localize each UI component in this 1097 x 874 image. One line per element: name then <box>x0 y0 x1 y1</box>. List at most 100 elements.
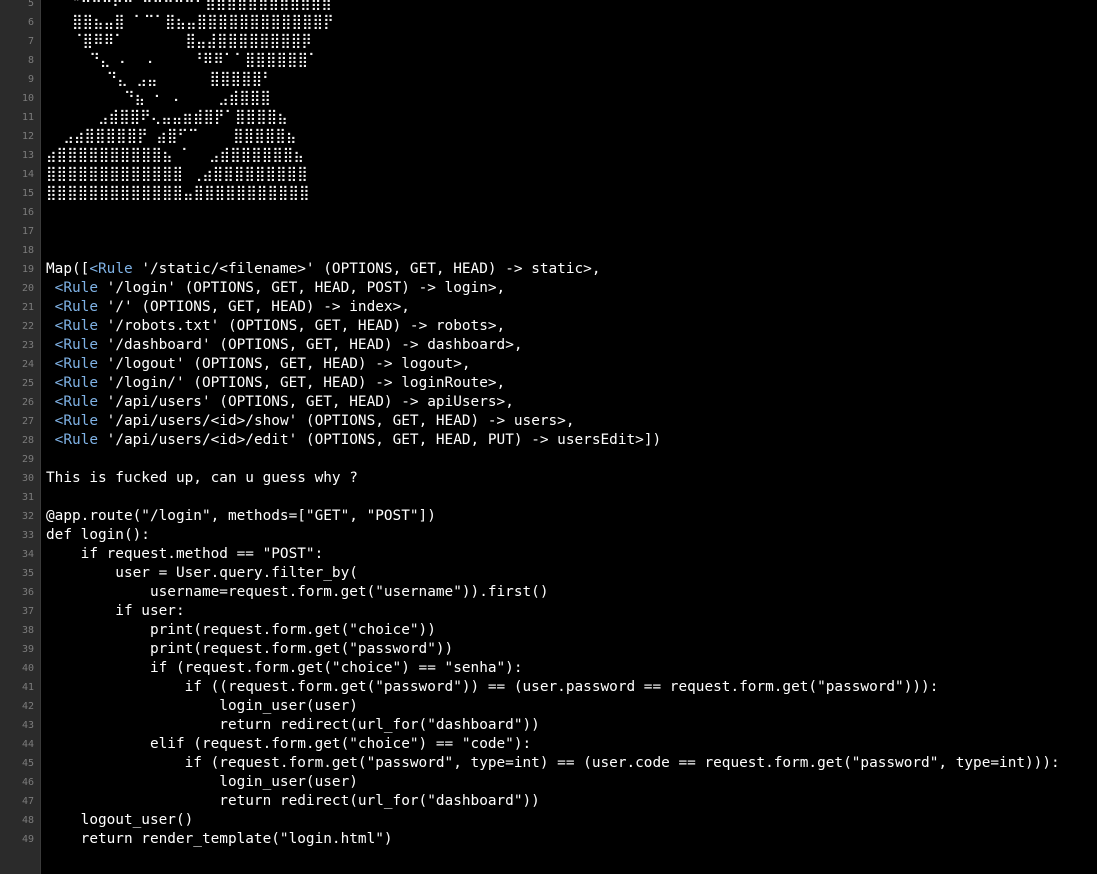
line-number: 20 <box>21 283 34 294</box>
line-number: 48 <box>21 815 34 826</box>
line-number: 22 <box>21 321 34 332</box>
ascii-art-line: ⠈⣿⠿⠿⠁ ⣿⣤⣼⣿⣿⣿⣿⣿⣿⣿⣿⡿ <box>46 33 312 49</box>
code-line: username=request.form.get("username")).f… <box>46 584 549 600</box>
line-number: 11 <box>21 112 34 123</box>
line-number: 36 <box>21 587 34 598</box>
code-line: if user: <box>46 603 185 619</box>
line-number: 19 <box>21 264 34 275</box>
line-number: 18 <box>21 245 34 256</box>
line-number: 40 <box>21 663 34 674</box>
line-number: 31 <box>21 492 34 503</box>
line-number: 26 <box>21 397 34 408</box>
routes-map-line: Map([<Rule '/static/<filename>' (OPTIONS… <box>46 260 601 279</box>
code-text: '/api/users/<id>/edit' (OPTIONS, GET, HE… <box>98 432 662 448</box>
rule-tag: <Rule <box>54 413 98 429</box>
line-number: 24 <box>21 359 34 370</box>
line-number: 21 <box>21 302 34 313</box>
line-number: 42 <box>21 701 34 712</box>
line-number: 15 <box>21 188 34 199</box>
line-number: 34 <box>21 549 34 560</box>
code-line: print(request.form.get("password")) <box>46 641 454 657</box>
line-number: 5 <box>27 0 34 9</box>
code-text: '/login' (OPTIONS, GET, HEAD, POST) -> l… <box>98 280 506 296</box>
code-text: '/robots.txt' (OPTIONS, GET, HEAD) -> ro… <box>98 318 506 334</box>
routes-map-line: <Rule '/logout' (OPTIONS, GET, HEAD) -> … <box>46 355 471 374</box>
ascii-art-line: ⠙⣦ ⠂ ⠄ ⣠⣾⣿⣿⣿ <box>46 90 271 106</box>
code-line: user = User.query.filter_by( <box>46 565 358 581</box>
line-number: 28 <box>21 435 34 446</box>
code-line: print(request.form.get("choice")) <box>46 622 436 638</box>
line-number: 14 <box>21 169 34 180</box>
code-line: @app.route("/login", methods=["GET", "PO… <box>46 508 436 524</box>
routes-map-line: <Rule '/api/users' (OPTIONS, GET, HEAD) … <box>46 393 514 412</box>
ascii-art-line: ⠙⣄ ⣠⣤ ⣿⣿⣿⣿⣿⠃ <box>46 71 273 87</box>
rule-tag: <Rule <box>89 261 133 277</box>
line-number: 43 <box>21 720 34 731</box>
rule-tag: <Rule <box>54 299 98 315</box>
comment-line: This is fucked up, can u guess why ? <box>46 470 358 486</box>
line-number: 29 <box>21 454 34 465</box>
rule-tag: <Rule <box>54 356 98 372</box>
code-line: return redirect(url_for("dashboard")) <box>46 793 540 809</box>
line-number: 7 <box>27 36 34 47</box>
line-number: 30 <box>21 473 34 484</box>
ascii-art-line: ⣿⣿⣿⣿⣿⣿⣿⣿⣿⣿⣿⣿⣿ ⢀⣴⣿⣿⣿⣿⣿⣿⣿⣿⣿ <box>46 166 308 182</box>
routes-map-line: <Rule '/login' (OPTIONS, GET, HEAD, POST… <box>46 279 506 298</box>
line-number: 10 <box>21 93 34 104</box>
line-number: 16 <box>21 207 34 218</box>
rule-tag: <Rule <box>54 337 98 353</box>
code-text: '/login/' (OPTIONS, GET, HEAD) -> loginR… <box>98 375 506 391</box>
line-number: 32 <box>21 511 34 522</box>
line-number-gutter: 5 6 7 8 9 10 11 12 13 14 15 16 17 18 19 20 21 22 23 24 25 26 2… <box>0 0 41 874</box>
line-number: 13 <box>21 150 34 161</box>
routes-map-line: <Rule '/dashboard' (OPTIONS, GET, HEAD) … <box>46 336 523 355</box>
line-number: 47 <box>21 796 34 807</box>
code-text: '/static/<filename>' (OPTIONS, GET, HEAD… <box>132 261 601 277</box>
text-editor: 5 6 7 8 9 10 11 12 13 14 15 16 17 18 19 20 21 22 23 24 25 26 2… <box>0 0 1097 874</box>
ascii-art-line: ⣠⣴⣿⣿⣿⣿⣿⡟ ⣴⣿⠋⠉ ⣿⣿⣿⣿⣿⣦ <box>46 128 297 144</box>
code-text: Map([ <box>46 261 90 277</box>
ascii-art-line: ⠙⣄ ⠄ ⠄ ⠘⠿⠿⠁⠁⣿⣿⣿⣿⣿⣿⠁ <box>46 52 319 68</box>
line-number: 49 <box>21 834 34 845</box>
code-line: def login(): <box>46 527 150 543</box>
ascii-art-line: ⣿⣿⣦⣤⣿ ⠁⠉⠁⣿⣦⣤⣿⣿⣿⣿⣿⣿⣿⣿⣿⣿⣿⣿⡟ <box>46 14 334 30</box>
line-number: 6 <box>27 17 34 28</box>
ascii-art-line: ⣿⣿⣿⣿⣿⣿⣿⣿⣿⣿⣿⣿⣿⣤⣿⣿⣿⣿⣿⣿⣿⣿⣿⣿⣿ <box>46 185 310 201</box>
code-line: if ((request.form.get("password")) == (u… <box>46 679 939 695</box>
ascii-art-line: ⣠⣾⣿⣿⠟⢄⣤⣤⣶⣾⣿⡟⠁⣿⣿⣿⣿⣦ <box>46 109 288 125</box>
line-number: 9 <box>27 74 34 85</box>
line-number: 39 <box>21 644 34 655</box>
line-number: 12 <box>21 131 34 142</box>
code-text: '/dashboard' (OPTIONS, GET, HEAD) -> das… <box>98 337 523 353</box>
routes-map-line: <Rule '/login/' (OPTIONS, GET, HEAD) -> … <box>46 374 506 393</box>
code-line: login_user(user) <box>46 774 358 790</box>
line-number: 23 <box>21 340 34 351</box>
rule-tag: <Rule <box>54 375 98 391</box>
code-line: logout_user() <box>46 812 194 828</box>
code-text: '/logout' (OPTIONS, GET, HEAD) -> logout… <box>98 356 471 372</box>
line-number: 41 <box>21 682 34 693</box>
code-text: '/api/users' (OPTIONS, GET, HEAD) -> api… <box>98 394 514 410</box>
routes-map-line: <Rule '/' (OPTIONS, GET, HEAD) -> index>… <box>46 298 410 317</box>
line-number: 37 <box>21 606 34 617</box>
ascii-art-line: "⠛⠛⠛⠟⠛ ⠛⠛⠛⠛⠛⠋⣿⣿⣿⣿⣿⣿⣿⣿⣿⣿⣿⣿ <box>46 0 332 11</box>
code-line: elif (request.form.get("choice") == "cod… <box>46 736 532 752</box>
routes-map-line: <Rule '/api/users/<id>/edit' (OPTIONS, G… <box>46 431 661 450</box>
code-line: return redirect(url_for("dashboard")) <box>46 717 540 733</box>
rule-tag: <Rule <box>54 318 98 334</box>
line-number: 25 <box>21 378 34 389</box>
code-area[interactable]: "⠛⠛⠛⠟⠛ ⠛⠛⠛⠛⠛⠋⣿⣿⣿⣿⣿⣿⣿⣿⣿⣿⣿⣿ ⣿⣿⣦⣤⣿ ⠁⠉⠁⣿⣦⣤⣿⣿… <box>41 0 1097 874</box>
line-number: 27 <box>21 416 34 427</box>
routes-map-line: <Rule '/robots.txt' (OPTIONS, GET, HEAD)… <box>46 317 506 336</box>
code-line: return render_template("login.html") <box>46 831 393 847</box>
line-number: 46 <box>21 777 34 788</box>
code-text: '/api/users/<id>/show' (OPTIONS, GET, HE… <box>98 413 575 429</box>
rule-tag: <Rule <box>54 394 98 410</box>
line-number: 35 <box>21 568 34 579</box>
